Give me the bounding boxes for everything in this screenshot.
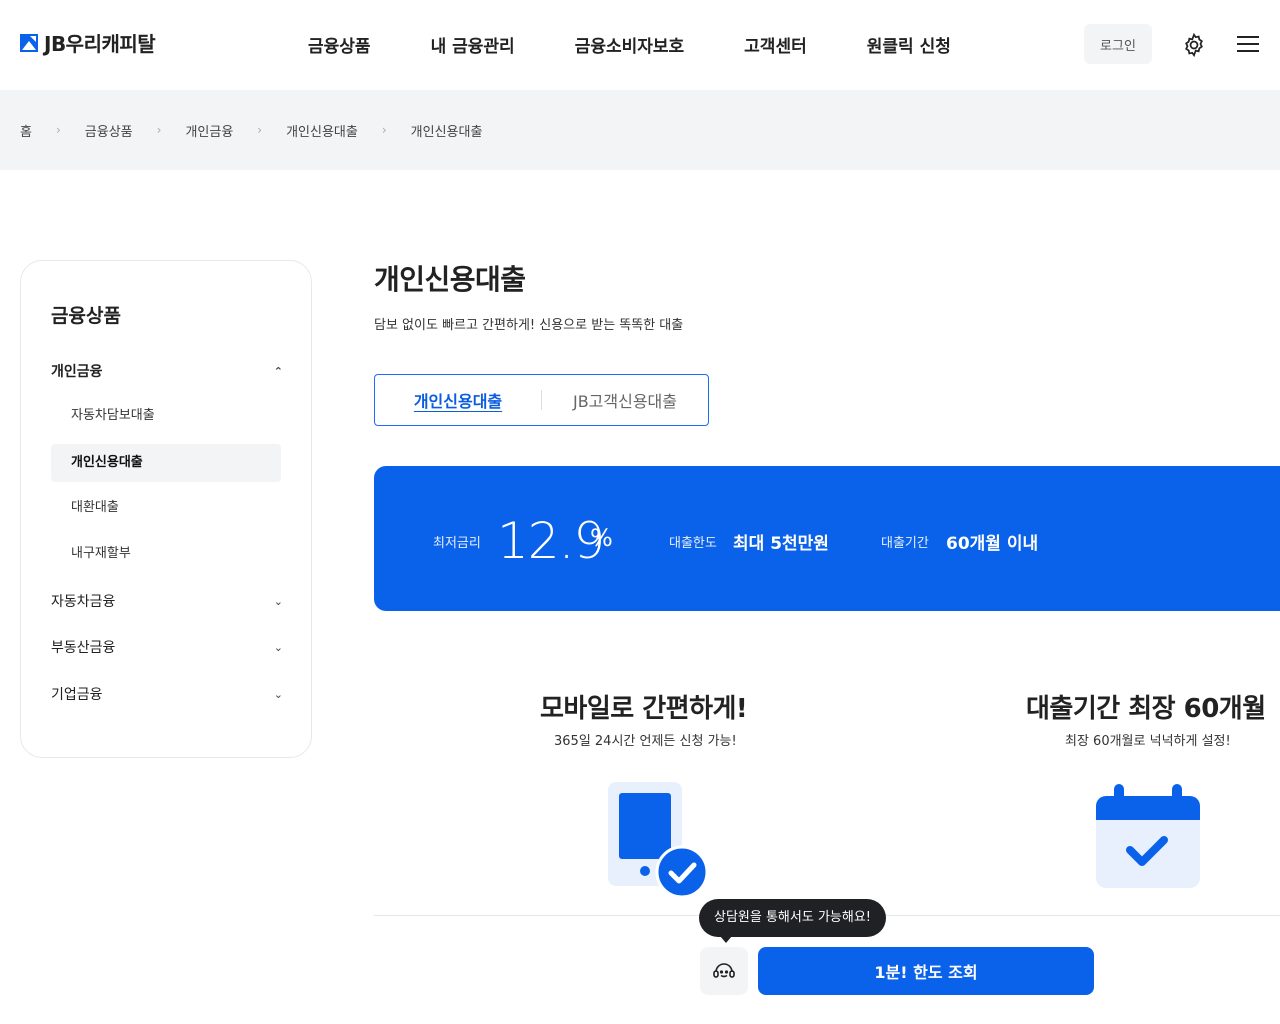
sidebar-group-real-estate-finance[interactable]: 부동산금융 ⌄: [51, 635, 283, 659]
nav-item-customer-center[interactable]: 고객센터: [744, 32, 807, 57]
chevron-right-icon: ›: [156, 123, 162, 137]
loan-summary-banner: 최저금리 12.9 % 대출한도 최대 5천만원 대출기간 60개월 이내: [374, 466, 1280, 611]
rate-value: 12.9: [497, 512, 605, 570]
limit-check-button[interactable]: 1분! 한도 조회: [758, 947, 1094, 995]
rate-unit: %: [590, 524, 613, 552]
period-value: 60개월 이내: [946, 534, 1039, 554]
breadcrumb-home[interactable]: 홈: [20, 121, 32, 140]
breadcrumb-current[interactable]: 개인신용대출: [411, 121, 483, 140]
page-title: 개인신용대출: [374, 263, 526, 296]
nav-item-my-finance[interactable]: 내 금융관리: [431, 32, 515, 57]
product-tabs: 개인신용대출 JB고객신용대출: [374, 374, 709, 426]
logo[interactable]: JB우리캐피탈: [20, 28, 156, 57]
breadcrumb: 홈 › 금융상품 › 개인금융 › 개인신용대출 › 개인신용대출: [0, 90, 1280, 170]
limit-value: 최대 5천만원: [733, 534, 829, 554]
sidebar-item-auto-secured-loan[interactable]: 자동차담보대출: [51, 397, 281, 435]
global-nav: 금융상품 내 금융관리 금융소비자보호 고객센터 원클릭 신청: [308, 32, 1011, 57]
calendar-check-icon: [1096, 784, 1200, 888]
header: JB우리캐피탈 금융상품 내 금융관리 금융소비자보호 고객센터 원클릭 신청 …: [0, 0, 1280, 90]
sidebar: 금융상품 개인금융 ⌃ 자동차담보대출 개인신용대출 대환대출 내구재할부 자동…: [20, 260, 312, 758]
breadcrumb-personal-finance[interactable]: 개인금융: [185, 121, 233, 140]
logo-mark-icon: [20, 33, 38, 52]
sidebar-group-label: 자동차금융: [51, 594, 116, 610]
chevron-right-icon: ›: [257, 123, 263, 137]
breadcrumb-personal-credit-loan[interactable]: 개인신용대출: [286, 121, 358, 140]
gear-icon[interactable]: [1181, 32, 1207, 58]
sidebar-group-auto-finance[interactable]: 자동차금융 ⌄: [51, 589, 283, 613]
period-label: 대출기간: [881, 536, 929, 551]
tooltip-arrow: [720, 936, 732, 943]
tab-personal-credit-loan[interactable]: 개인신용대출: [375, 388, 541, 412]
page-description: 담보 없이도 빠르고 간편하게! 신용으로 받는 똑똑한 대출: [374, 318, 684, 333]
consult-button[interactable]: [700, 947, 748, 995]
logo-text: JB우리캐피탈: [44, 32, 156, 56]
rate-label: 최저금리: [433, 536, 481, 551]
chevron-up-icon: ⌃: [273, 364, 283, 378]
login-button[interactable]: 로그인: [1084, 24, 1152, 64]
tab-jb-customer-credit-loan[interactable]: JB고객신용대출: [542, 388, 708, 412]
limit-label: 대출한도: [669, 536, 717, 551]
hamburger-menu-icon[interactable]: [1237, 36, 1259, 54]
feature-title-mobile: 모바일로 간편하게!: [540, 694, 748, 724]
sidebar-item-durable-installment[interactable]: 내구재할부: [51, 535, 281, 573]
nav-item-one-click-apply[interactable]: 원클릭 신청: [867, 32, 951, 57]
sidebar-group-personal-finance[interactable]: 개인금융 ⌃: [51, 359, 283, 383]
headset-agent-icon: [713, 963, 735, 978]
feature-desc-period: 최장 60개월로 넉넉하게 설정!: [1065, 734, 1231, 749]
sidebar-item-refinance-loan[interactable]: 대환대출: [51, 489, 281, 527]
nav-item-consumer-protection[interactable]: 금융소비자보호: [575, 32, 684, 57]
consult-tooltip: 상담원을 통해서도 가능해요!: [699, 899, 886, 937]
sidebar-group-corporate-finance[interactable]: 기업금융 ⌄: [51, 682, 283, 706]
sidebar-group-label: 개인금융: [51, 364, 103, 380]
sidebar-group-label: 기업금융: [51, 687, 103, 703]
phone-check-icon: [608, 782, 708, 898]
chevron-right-icon: ›: [381, 123, 387, 137]
chevron-down-icon: ⌄: [273, 640, 283, 654]
sidebar-title: 금융상품: [51, 305, 121, 327]
sidebar-item-personal-credit-loan[interactable]: 개인신용대출: [51, 444, 281, 482]
feature-title-period: 대출기간 최장 60개월: [1026, 694, 1266, 724]
breadcrumb-products[interactable]: 금융상품: [85, 121, 133, 140]
chevron-down-icon: ⌄: [273, 594, 283, 608]
nav-item-products[interactable]: 금융상품: [308, 32, 371, 57]
chevron-down-icon: ⌄: [273, 687, 283, 701]
sidebar-group-label: 부동산금융: [51, 640, 116, 656]
chevron-right-icon: ›: [55, 123, 61, 137]
feature-desc-mobile: 365일 24시간 언제든 신청 가능!: [554, 734, 737, 749]
